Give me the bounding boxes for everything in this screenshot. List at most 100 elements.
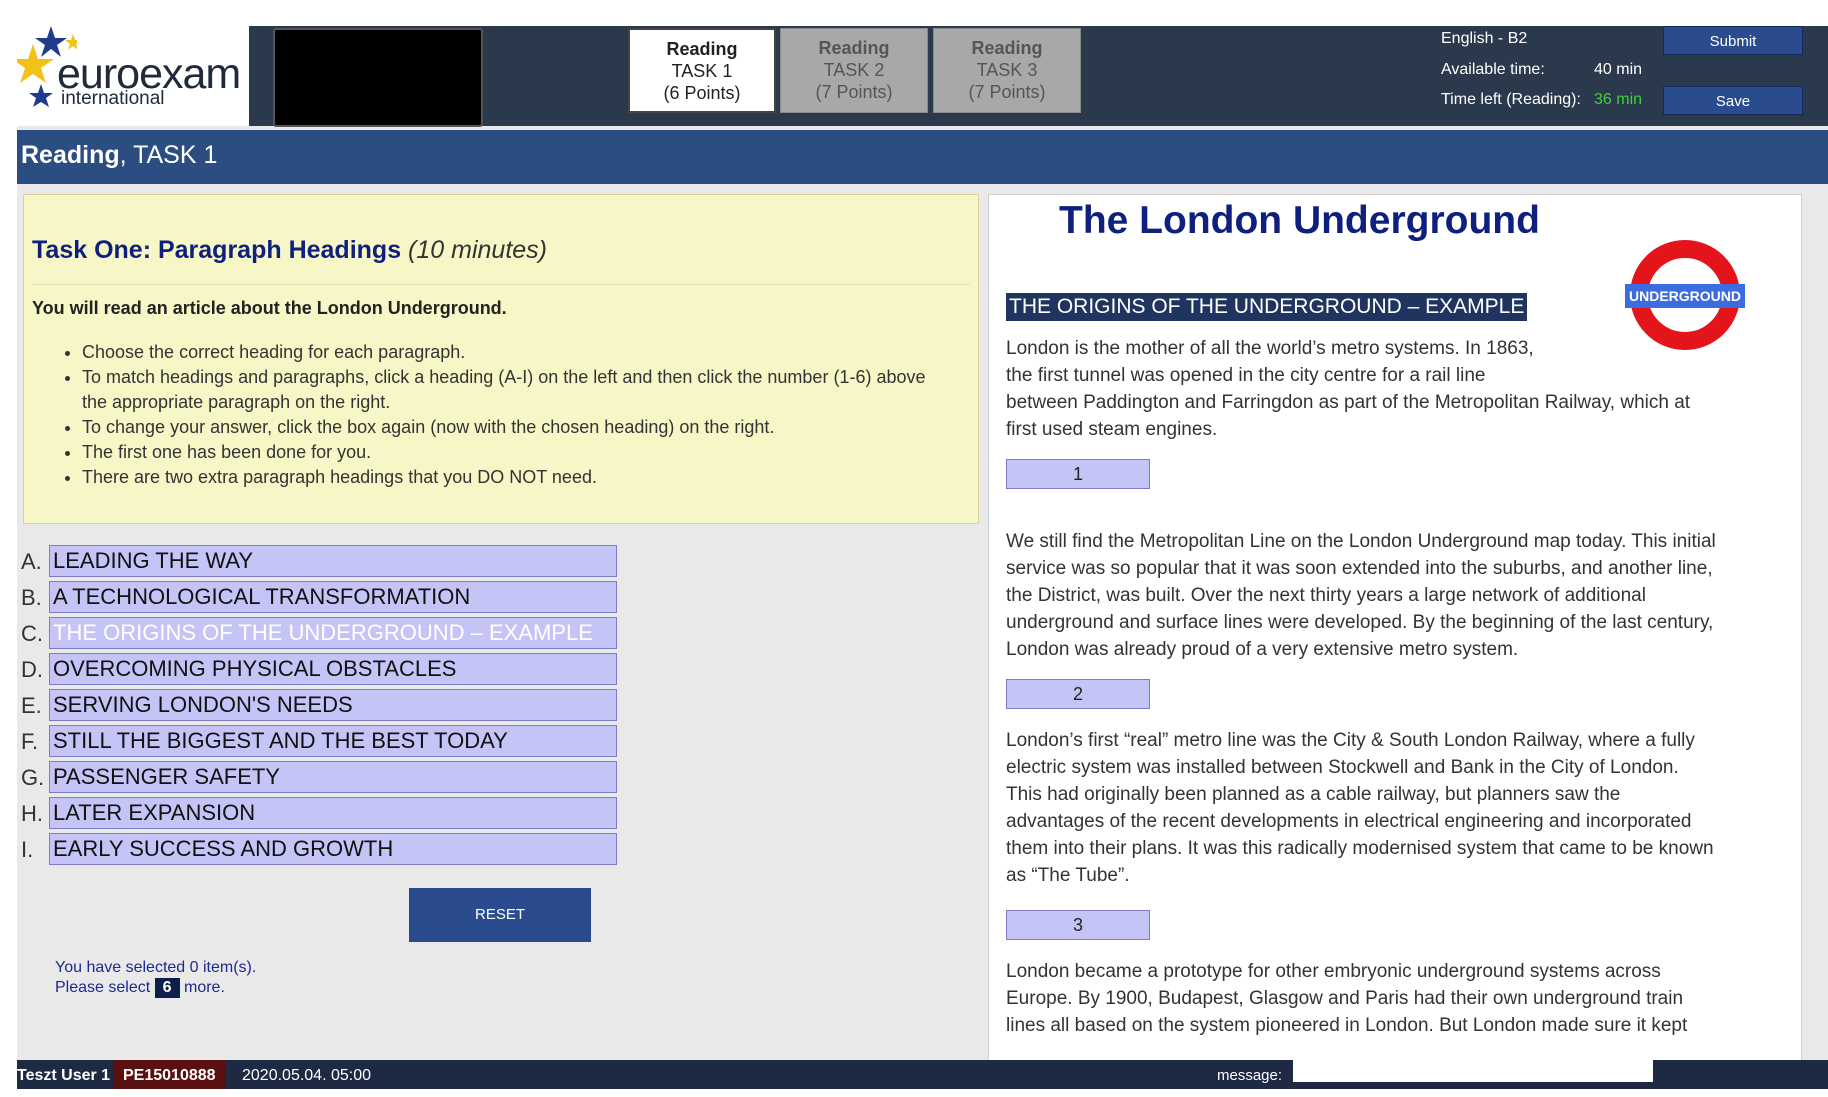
paragraph-line: London is the mother of all the world’s …	[1006, 338, 1534, 359]
heading-option-d: D. OVERCOMING PHYSICAL OBSTACLES	[21, 653, 621, 685]
paragraph-example: London is the mother of all the world’s …	[1006, 335, 1690, 443]
heading-button[interactable]: OVERCOMING PHYSICAL OBSTACLES	[49, 653, 617, 685]
reset-button[interactable]: RESET	[409, 888, 591, 942]
instruction-item: To match headings and paragraphs, click …	[82, 365, 952, 415]
euroexam-logo: euroexam international	[17, 26, 249, 126]
message-label: message:	[1217, 1067, 1283, 1084]
heading-button[interactable]: SERVING LONDON'S NEEDS	[49, 689, 617, 721]
heading-option-f: F. STILL THE BIGGEST AND THE BEST TODAY	[21, 725, 621, 757]
exam-level: English - B2	[1441, 30, 1528, 47]
heading-button[interactable]: A TECHNOLOGICAL TRANSFORMATION	[49, 581, 617, 613]
instructions-panel: Task One: Paragraph Headings (10 minutes…	[23, 194, 979, 524]
tab-points: (7 Points)	[968, 82, 1046, 102]
heading-button-used[interactable]: THE ORIGINS OF THE UNDERGROUND – EXAMPLE	[49, 617, 617, 649]
submit-button[interactable]: Submit	[1663, 26, 1803, 55]
task-duration: (10 minutes)	[408, 236, 547, 264]
remaining-post: more.	[183, 979, 225, 996]
video-panel	[273, 28, 483, 127]
available-time-label: Available time:	[1441, 61, 1545, 78]
instructions-lead: You will read an article about the Londo…	[32, 298, 507, 318]
paragraph-2: London’s first “real” metro line was the…	[1006, 727, 1714, 889]
heading-option-b: B. A TECHNOLOGICAL TRANSFORMATION	[21, 581, 621, 613]
heading-letter: G.	[21, 765, 45, 790]
tab-reading-task-2[interactable]: Reading TASK 2 (7 Points)	[780, 28, 928, 113]
paragraph-line: Europe. By 1900, Budapest, Glasgow and P…	[1006, 988, 1684, 1009]
remaining-text: Please select 6 more.	[55, 978, 256, 998]
heading-button[interactable]: PASSENGER SAFETY	[49, 761, 617, 793]
message-field	[1293, 1060, 1653, 1082]
heading-button[interactable]: EARLY SUCCESS AND GROWTH	[49, 833, 617, 865]
paragraph-line: the District, was built. Over the next t…	[1006, 585, 1646, 606]
instruction-item: Choose the correct heading for each para…	[82, 340, 952, 365]
paragraph-line: advantages of the recent developments in…	[1006, 811, 1692, 832]
section-title: Reading	[21, 141, 120, 169]
exam-app: euroexam international Reading TASK 1 (6…	[17, 26, 1828, 1089]
heading-button[interactable]: STILL THE BIGGEST AND THE BEST TODAY	[49, 725, 617, 757]
heading-option-i: I. EARLY SUCCESS AND GROWTH	[21, 833, 621, 865]
answer-box-2[interactable]: 2	[1006, 679, 1150, 709]
time-left-label: Time left (Reading):	[1441, 91, 1581, 108]
answer-box-3[interactable]: 3	[1006, 910, 1150, 940]
tab-title: Reading	[818, 38, 890, 58]
selection-status: You have selected 0 item(s). Please sele…	[55, 958, 256, 998]
paragraph-line: We still find the Metropolitan Line on t…	[1006, 531, 1716, 552]
article-panel[interactable]: The London Underground UNDERGROUND THE O…	[988, 194, 1802, 1076]
section-title-bar: Reading, TASK 1	[17, 130, 1828, 184]
tab-title: Reading	[666, 39, 738, 59]
available-time-value: 40 min	[1594, 61, 1643, 78]
paragraph-line: This had originally been planned as a ca…	[1006, 784, 1621, 805]
instructions-list: Choose the correct heading for each para…	[54, 340, 952, 490]
footer-candidate-code: PE15010888	[113, 1060, 226, 1089]
heading-letter: E.	[21, 693, 42, 718]
paragraph-line: as “The Tube”.	[1006, 865, 1130, 886]
save-button[interactable]: Save	[1663, 86, 1803, 115]
header-bar: euroexam international Reading TASK 1 (6…	[17, 26, 1828, 127]
paragraph-line: the first tunnel was opened in the city …	[1006, 365, 1486, 386]
paragraph-3: London became a prototype for other embr…	[1006, 958, 1687, 1039]
footer-date: 2020.05.04. 05:00	[242, 1067, 372, 1084]
heading-option-g: G. PASSENGER SAFETY	[21, 761, 621, 793]
heading-letter: D.	[21, 657, 43, 682]
logo-subtitle: international	[61, 88, 165, 109]
instruction-item: To change your answer, click the box aga…	[82, 415, 952, 440]
paragraph-line: London was already proud of a very exten…	[1006, 639, 1519, 660]
heading-button[interactable]: LEADING THE WAY	[49, 545, 617, 577]
article-title: The London Underground	[1059, 199, 1540, 242]
tab-task: TASK 1	[671, 61, 733, 81]
paragraph-1: We still find the Metropolitan Line on t…	[1006, 528, 1716, 663]
heading-button[interactable]: LATER EXPANSION	[49, 797, 617, 829]
heading-letter: I.	[21, 837, 34, 862]
paragraph-line: underground and surface lines were devel…	[1006, 612, 1714, 633]
paragraph-line: London’s first “real” metro line was the…	[1006, 730, 1695, 751]
heading-letter: B.	[21, 585, 42, 610]
paragraph-line: lines all based on the system pioneered …	[1006, 1015, 1688, 1036]
section-subtitle: , TASK 1	[119, 141, 218, 169]
tab-points: (7 Points)	[815, 82, 893, 102]
paragraph-line: electric system was installed between St…	[1006, 757, 1679, 778]
tab-points: (6 Points)	[663, 83, 741, 103]
paragraph-line: between Paddington and Farringdon as par…	[1006, 392, 1691, 413]
paragraph-line: first used steam engines.	[1006, 419, 1218, 440]
heading-option-c: C. THE ORIGINS OF THE UNDERGROUND – EXAM…	[21, 617, 621, 649]
example-heading: THE ORIGINS OF THE UNDERGROUND – EXAMPLE	[1006, 293, 1528, 321]
heading-letter: H.	[21, 801, 43, 826]
tab-title: Reading	[971, 38, 1043, 58]
tab-reading-task-1[interactable]: Reading TASK 1 (6 Points)	[628, 28, 776, 113]
heading-option-e: E. SERVING LONDON'S NEEDS	[21, 689, 621, 721]
time-left-value: 36 min	[1594, 91, 1643, 108]
status-footer: Teszt User 1 PE15010888 2020.05.04. 05:0…	[17, 1060, 1828, 1089]
remaining-count-badge: 6	[154, 978, 180, 998]
instruction-item: The first one has been done for you.	[82, 440, 952, 465]
heading-option-a: A. LEADING THE WAY	[21, 545, 621, 577]
tab-reading-task-3[interactable]: Reading TASK 3 (7 Points)	[933, 28, 1081, 113]
underground-roundel-icon: UNDERGROUND	[1625, 240, 1745, 350]
instruction-item: There are two extra paragraph headings t…	[82, 465, 952, 490]
divider	[32, 284, 970, 285]
heading-option-h: H. LATER EXPANSION	[21, 797, 621, 829]
remaining-pre: Please select	[55, 979, 151, 996]
footer-user: Teszt User 1	[17, 1067, 111, 1084]
roundel-label: UNDERGROUND	[1629, 288, 1741, 304]
tab-task: TASK 3	[976, 60, 1038, 80]
paragraph-line: them into their plans. It was this radic…	[1006, 838, 1714, 859]
answer-box-1[interactable]: 1	[1006, 459, 1150, 489]
